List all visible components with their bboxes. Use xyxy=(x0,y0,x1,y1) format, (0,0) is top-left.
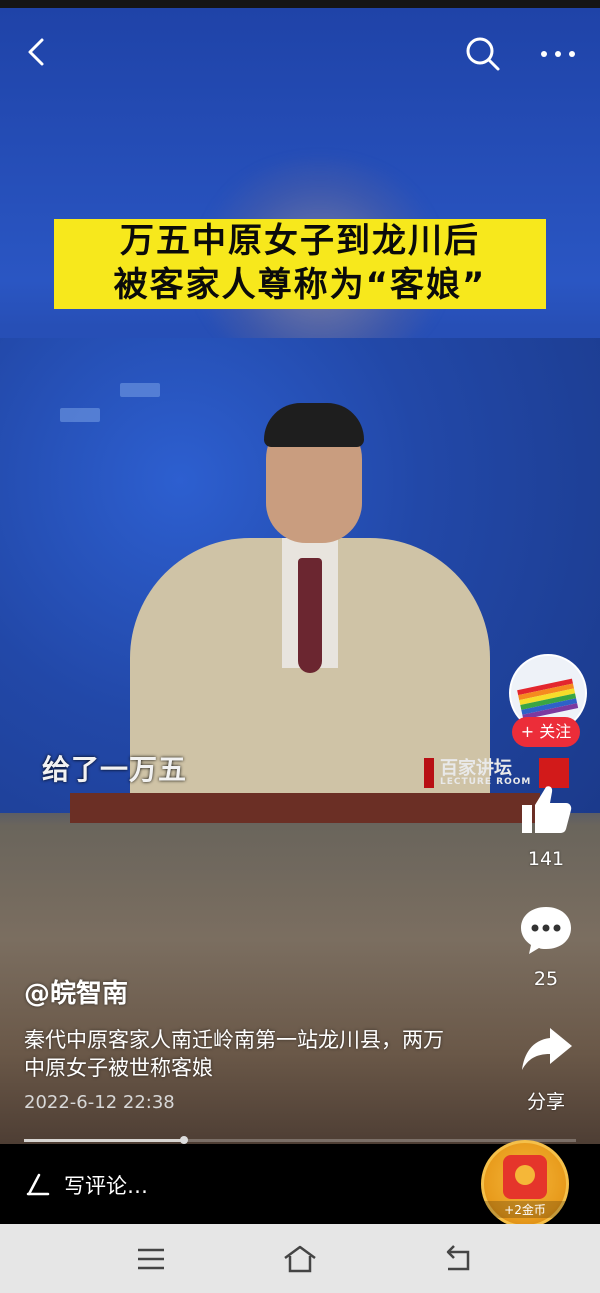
share-label: 分享 xyxy=(526,1091,565,1113)
home-icon[interactable] xyxy=(282,1242,318,1276)
post-date: 2022-6-12 22:38 xyxy=(24,1092,175,1113)
comment-bubble-icon[interactable] xyxy=(518,904,574,956)
search-icon[interactable] xyxy=(465,36,501,72)
like-count: 141 xyxy=(527,848,565,870)
follow-button[interactable]: + 关注 xyxy=(512,717,580,747)
watermark-mark xyxy=(424,758,434,788)
title-banner: 万五中原女子到龙川后 被客家人尊称为“客娘” xyxy=(54,219,546,309)
stage-light xyxy=(60,408,100,422)
comment-bar: 写评论… +2金币 xyxy=(0,1140,600,1228)
comment-input[interactable]: 写评论… xyxy=(64,1170,148,1200)
red-envelope-icon xyxy=(503,1155,547,1199)
progress-fill xyxy=(24,1139,185,1142)
speaker-figure xyxy=(130,403,490,808)
coin-reward-button[interactable]: +2金币 xyxy=(481,1140,569,1228)
stage-light xyxy=(120,383,160,397)
speaker-tie xyxy=(298,558,322,673)
video-subtitle: 给了一万五 xyxy=(42,753,188,786)
author-name[interactable]: @皖智南 xyxy=(24,973,128,1010)
watermark-text: 百家讲坛 xyxy=(440,757,512,779)
like-thumb-icon[interactable] xyxy=(518,783,574,835)
video-caption: 秦代中原客家人南迁岭南第一站龙川县，两万中原女子被世称客娘 xyxy=(24,1028,444,1080)
more-dots-icon[interactable] xyxy=(538,40,578,68)
back-arrow-icon[interactable] xyxy=(22,36,54,68)
status-bar xyxy=(0,0,600,8)
podium xyxy=(70,793,540,823)
coin-label: +2金币 xyxy=(484,1201,566,1218)
menu-icon[interactable] xyxy=(133,1242,169,1276)
comment-count: 25 xyxy=(533,968,559,990)
banner-line-2: 被客家人尊称为“客娘” xyxy=(113,265,487,305)
pen-icon xyxy=(26,1173,50,1196)
banner-line-1: 万五中原女子到龙川后 xyxy=(120,221,480,261)
system-nav-bar xyxy=(0,1224,600,1293)
back-icon[interactable] xyxy=(440,1242,476,1276)
share-arrow-icon[interactable] xyxy=(518,1024,574,1076)
video-progress-bar[interactable] xyxy=(24,1136,576,1144)
speaker-hair xyxy=(264,403,364,447)
